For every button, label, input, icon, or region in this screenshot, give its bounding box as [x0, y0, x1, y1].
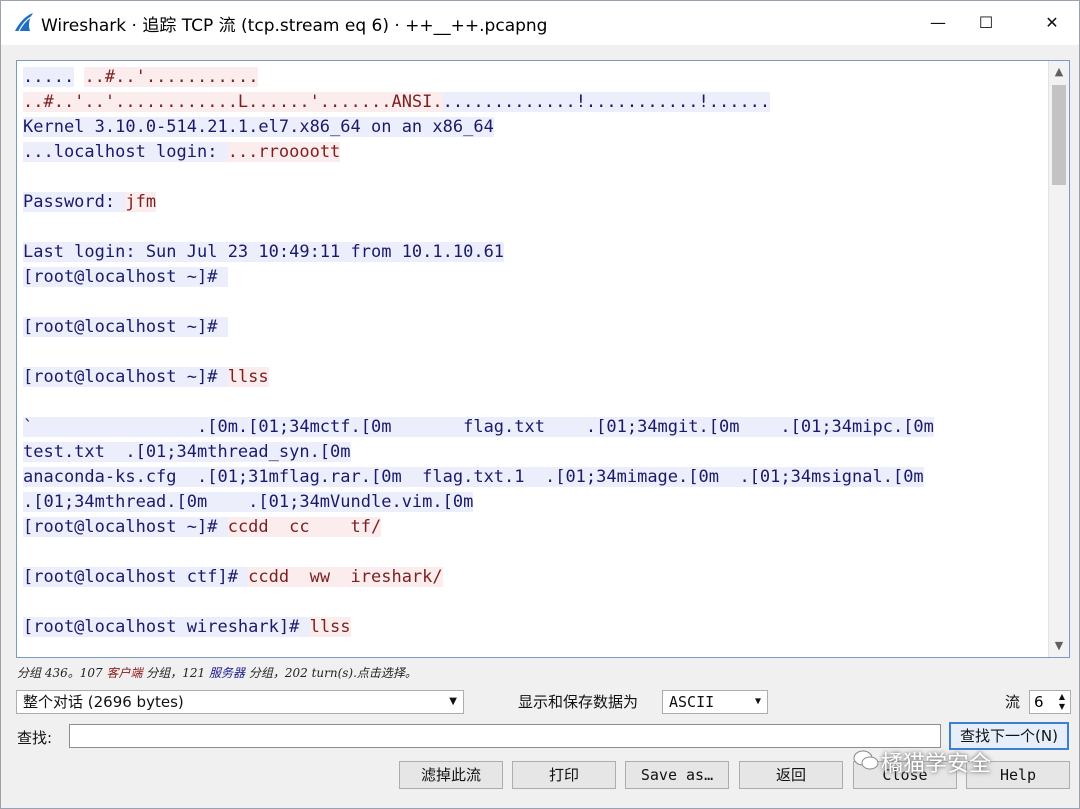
- stream-line: [23, 390, 1041, 415]
- stream-line: [root@localhost ~]#: [23, 315, 1041, 340]
- stream-status-line: 分组 436。107 客户端 分组，121 服务器 分组，202 turn(s)…: [17, 664, 417, 681]
- status-client-label: 客户端: [106, 666, 143, 680]
- show-as-label: 显示和保存数据为: [518, 693, 639, 711]
- status-suffix: 分组，202 turn(s).点击选择。: [245, 666, 417, 680]
- stream-line: [root@localhost ~]# llss: [23, 365, 1041, 390]
- stream-line: [23, 165, 1041, 190]
- status-prefix: 分组 436。107: [17, 666, 107, 680]
- client-data: ...rroooott: [227, 142, 341, 162]
- chevron-down-icon: ▼: [754, 696, 761, 707]
- server-data: anaconda-ks.cfg .[01;31mflag.rar.[0m fla…: [23, 467, 924, 487]
- server-data: Kernel 3.10.0-514.21.1.el7.x86_64 on an …: [23, 117, 494, 137]
- stream-space: [74, 67, 84, 87]
- find-input[interactable]: [69, 724, 941, 748]
- client-data: llss: [309, 617, 351, 637]
- client-data: ccdd cc tf/: [227, 517, 382, 537]
- stream-line: ` .[0m.[01;34mctf.[0m flag.txt .[01;34mg…: [23, 415, 1041, 440]
- server-data: [root@localhost ~]#: [23, 317, 228, 337]
- stream-line: [root@localhost ctf]# ccdd ww ireshark/: [23, 565, 1041, 590]
- stream-line: ..#..'..'............L......'.......ANSI…: [23, 90, 1041, 115]
- show-as-select[interactable]: ASCII ▼: [662, 690, 768, 714]
- client-data: ..#..'...........: [84, 67, 259, 87]
- scroll-down-icon[interactable]: ▼: [1049, 635, 1069, 657]
- status-mid: 分组，121: [142, 666, 210, 680]
- stream-line: Last login: Sun Jul 23 10:49:11 from 10.…: [23, 240, 1041, 265]
- back-button[interactable]: 返回: [739, 761, 843, 789]
- stream-line: Kernel 3.10.0-514.21.1.el7.x86_64 on an …: [23, 115, 1041, 140]
- stream-line: [root@localhost wireshark]# llss: [23, 615, 1041, 640]
- server-data: [root@localhost ctf]#: [23, 567, 249, 587]
- scroll-up-icon[interactable]: ▲: [1049, 61, 1069, 83]
- show-as-select-value: ASCII: [669, 693, 715, 711]
- spin-up-icon[interactable]: ▲: [1056, 692, 1068, 702]
- chevron-down-icon: ▼: [449, 696, 457, 707]
- print-button[interactable]: 打印: [512, 761, 616, 789]
- client-data: ..#..'..'............L......'.......ANSI…: [23, 92, 443, 112]
- server-data: .....: [23, 67, 75, 87]
- conversation-select[interactable]: 整个对话 (2696 bytes) ▼: [16, 690, 464, 714]
- server-data: .[01;34mthread.[0m .[01;34mVundle.vim.[0…: [23, 492, 474, 512]
- server-data: [root@localhost ~]#: [23, 517, 228, 537]
- server-data: Last login: Sun Jul 23 10:49:11 from 10.…: [23, 242, 505, 262]
- client-data: jfm: [125, 192, 157, 212]
- stream-content-pane[interactable]: ..... ..#..'........... ..#..'..'........…: [16, 60, 1070, 658]
- window-title: Wireshark · 追踪 TCP 流 (tcp.stream eq 6) ·…: [41, 16, 548, 36]
- server-data: .............!...........!......: [442, 92, 771, 112]
- vertical-scrollbar[interactable]: ▲ ▼: [1048, 61, 1069, 657]
- server-data: test.txt .[01;34mthread_syn.[0m: [23, 442, 351, 462]
- server-data: [root@localhost wireshark]#: [23, 617, 310, 637]
- close-window-button[interactable]: ✕: [1029, 7, 1075, 39]
- client-data: ccdd ww ireshark/: [248, 567, 443, 587]
- stream-line: [23, 340, 1041, 365]
- title-bar[interactable]: Wireshark · 追踪 TCP 流 (tcp.stream eq 6) ·…: [1, 1, 1079, 45]
- maximize-button[interactable]: ☐: [963, 7, 1009, 39]
- find-label: 查找:: [17, 729, 53, 747]
- server-data: Password:: [23, 192, 126, 212]
- conversation-select-value: 整个对话 (2696 bytes): [23, 693, 184, 711]
- stream-number-label: 流: [1005, 693, 1021, 711]
- client-data: llss: [227, 367, 269, 387]
- stream-line: anaconda-ks.cfg .[01;31mflag.rar.[0m fla…: [23, 465, 1041, 490]
- stream-line: [23, 215, 1041, 240]
- stream-line: [root@localhost ~]# ccdd cc tf/: [23, 515, 1041, 540]
- server-data: [root@localhost ~]#: [23, 367, 228, 387]
- stream-line: [23, 290, 1041, 315]
- server-data: ` .[0m.[01;34mctf.[0m flag.txt .[01;34mg…: [23, 417, 934, 437]
- save-as-button[interactable]: Save as…: [625, 761, 729, 789]
- stream-line: ...localhost login: ...rroooott: [23, 140, 1041, 165]
- server-data: ...localhost login:: [23, 142, 228, 162]
- stream-line: .[01;34mthread.[0m .[01;34mVundle.vim.[0…: [23, 490, 1041, 515]
- stream-number-spinbox[interactable]: 6 ▲ ▼: [1029, 690, 1071, 714]
- scrollbar-thumb[interactable]: [1052, 85, 1066, 185]
- follow-tcp-stream-window: Wireshark · 追踪 TCP 流 (tcp.stream eq 6) ·…: [0, 0, 1080, 809]
- minimize-button[interactable]: —: [915, 7, 961, 39]
- stream-text[interactable]: ..... ..#..'........... ..#..'..'........…: [23, 65, 1041, 640]
- stream-number-value: 6: [1034, 693, 1044, 711]
- status-server-label: 服务器: [209, 666, 246, 680]
- stream-line: Password: jfm: [23, 190, 1041, 215]
- stream-line: [23, 590, 1041, 615]
- spin-down-icon[interactable]: ▼: [1056, 702, 1068, 712]
- wireshark-fin-icon: [15, 13, 33, 32]
- stream-line: [root@localhost ~]#: [23, 265, 1041, 290]
- stream-line: test.txt .[01;34mthread_syn.[0m: [23, 440, 1041, 465]
- watermark-text: 橘猫学安全: [881, 752, 992, 777]
- server-data: [root@localhost ~]#: [23, 267, 228, 287]
- filter-out-stream-button[interactable]: 滤掉此流: [399, 761, 503, 789]
- stream-line: [23, 540, 1041, 565]
- wechat-icon: [853, 750, 879, 770]
- stream-line: ..... ..#..'...........: [23, 65, 1041, 90]
